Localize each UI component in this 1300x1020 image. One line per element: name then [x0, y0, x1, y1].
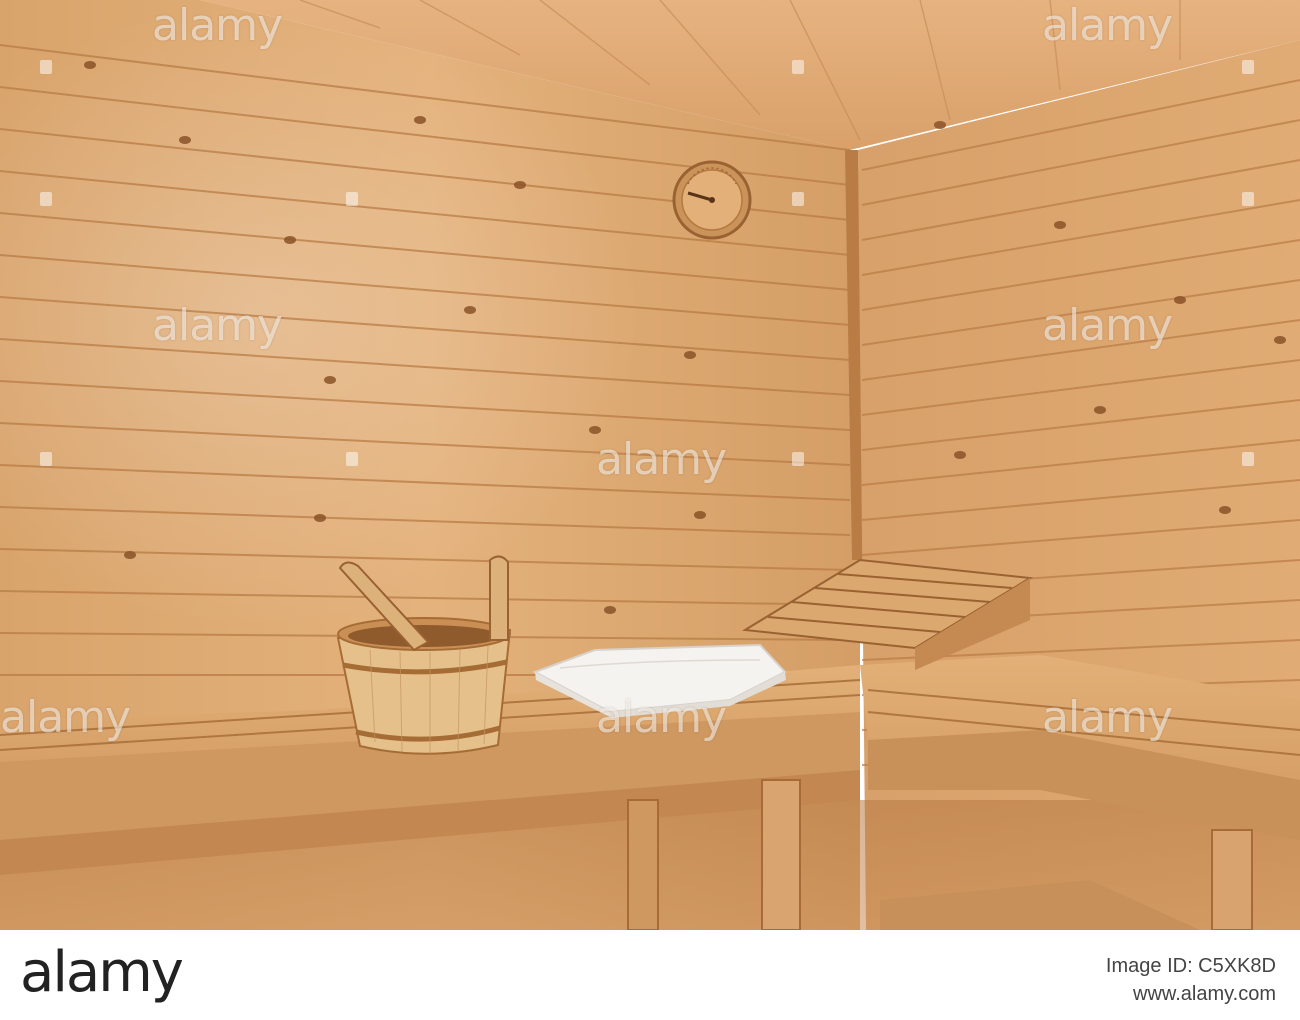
wood-knot: [1274, 336, 1286, 344]
watermark-mark: [346, 452, 358, 466]
watermark-mark: [40, 60, 52, 74]
watermark: alamy: [0, 692, 131, 743]
wood-knot: [684, 351, 696, 359]
watermark: alamy: [1042, 692, 1173, 743]
wood-knot: [1219, 506, 1231, 514]
wood-knot: [284, 236, 296, 244]
watermark: alamy: [152, 300, 283, 351]
wood-knot: [1054, 221, 1066, 229]
watermark-mark: [40, 452, 52, 466]
watermark: alamy: [152, 0, 283, 51]
wood-knot: [324, 376, 336, 384]
wood-knot: [934, 121, 946, 129]
wood-knot: [954, 451, 966, 459]
sauna-photo: alamy alamy alamy alamy alamy alamy alam…: [0, 0, 1300, 930]
alamy-logo: alamy: [20, 940, 184, 1005]
wood-knot: [1094, 406, 1106, 414]
wood-knot: [514, 181, 526, 189]
wood-knot: [464, 306, 476, 314]
watermark-mark: [1242, 192, 1254, 206]
wood-knot: [694, 511, 706, 519]
stock-footer: alamy Image ID: C5XK8D www.alamy.com: [0, 930, 1300, 1020]
watermark: alamy: [1042, 0, 1173, 51]
wood-knot: [124, 551, 136, 559]
wood-knot: [179, 136, 191, 144]
image-meta: Image ID: C5XK8D www.alamy.com: [1106, 952, 1276, 1008]
wood-knot: [314, 514, 326, 522]
watermark-mark: [1242, 452, 1254, 466]
wood-knot: [414, 116, 426, 124]
wood-knot: [604, 606, 616, 614]
watermark-mark: [792, 452, 804, 466]
image-id: Image ID: C5XK8D: [1105, 955, 1276, 977]
watermark-mark: [346, 192, 358, 206]
watermark: alamy: [1042, 300, 1173, 351]
site-url: www.alamy.com: [1133, 983, 1276, 1005]
watermark-mark: [40, 192, 52, 206]
watermark: alamy: [596, 692, 727, 743]
wood-knot: [589, 426, 601, 434]
wood-knot: [84, 61, 96, 69]
watermark-mark: [1242, 60, 1254, 74]
watermark-mark: [792, 192, 804, 206]
watermark: alamy: [596, 434, 727, 485]
watermark-mark: [792, 60, 804, 74]
sauna-thermometer-icon: [672, 160, 752, 240]
wood-knot: [1174, 296, 1186, 304]
